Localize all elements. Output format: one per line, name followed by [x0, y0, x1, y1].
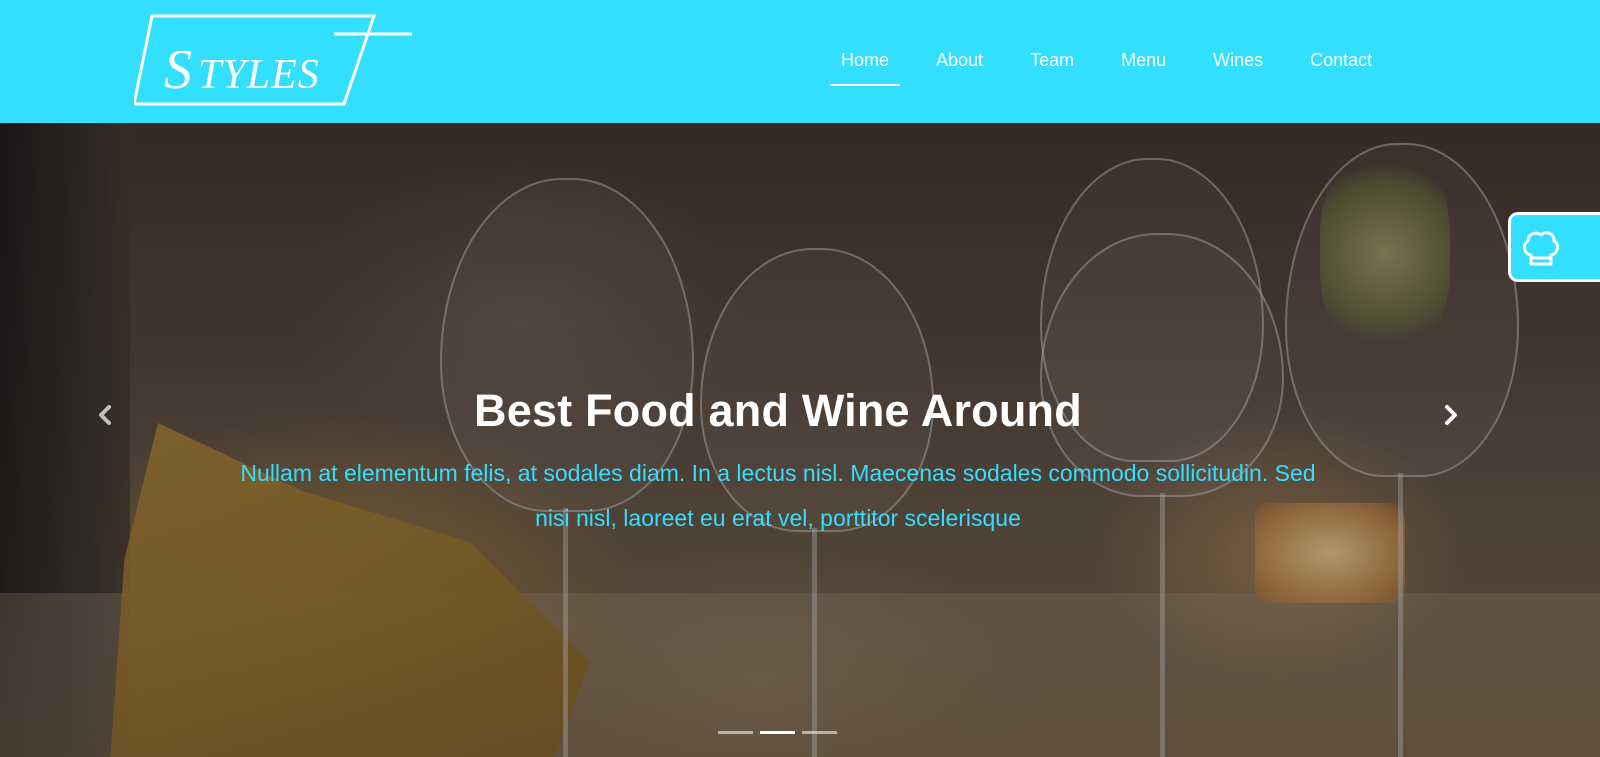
chevron-left-icon: [99, 405, 111, 425]
carousel-next-button[interactable]: [1436, 400, 1466, 430]
main-nav: Home About Team Menu Wines Contact: [830, 46, 1408, 86]
nav-item-wines[interactable]: Wines: [1202, 46, 1274, 86]
nav-item-contact[interactable]: Contact: [1299, 46, 1383, 86]
nav-item-team[interactable]: Team: [1019, 46, 1085, 86]
chef-hat-icon: [1522, 231, 1560, 266]
svg-text:S: S: [164, 39, 192, 101]
carousel-indicator[interactable]: [718, 731, 753, 734]
hero-title: Best Food and Wine Around: [474, 385, 1082, 436]
hero-overlay: [0, 123, 1600, 757]
carousel-indicators: [718, 731, 844, 734]
hero-carousel: Best Food and Wine Around Nullam at elem…: [0, 123, 1600, 757]
chevron-right-icon: [1445, 405, 1457, 425]
nav-item-home[interactable]: Home: [830, 46, 901, 86]
carousel-indicator-active[interactable]: [760, 731, 795, 734]
brand-logo[interactable]: S TYLES: [134, 14, 418, 106]
hero-subtitle: Nullam at elementum felis, at sodales di…: [240, 460, 1316, 531]
svg-text:TYLES: TYLES: [198, 52, 320, 98]
side-widget-button[interactable]: [1508, 212, 1600, 282]
carousel-indicator[interactable]: [802, 731, 837, 734]
nav-item-menu[interactable]: Menu: [1110, 46, 1177, 86]
nav-item-about[interactable]: About: [925, 46, 994, 86]
top-navbar: S TYLES Home About Team Menu Wines Conta…: [0, 0, 1600, 123]
carousel-prev-button[interactable]: [90, 400, 120, 430]
